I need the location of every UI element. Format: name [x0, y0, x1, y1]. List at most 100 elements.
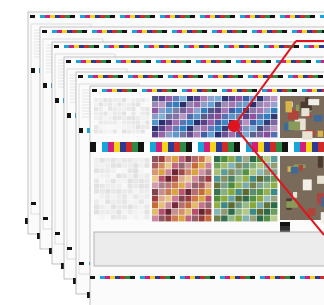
gray-patch [112, 98, 117, 102]
color-bar-patch [107, 30, 112, 33]
color-bar-patch [306, 142, 312, 152]
gray-patch [94, 199, 100, 204]
gray-patch [98, 98, 103, 102]
color-bar-patch [47, 30, 52, 33]
color-bar-patch [262, 30, 267, 33]
color-patch [187, 102, 194, 108]
color-bar-patch [135, 15, 140, 18]
top-color-bar [54, 45, 324, 48]
color-patch [173, 108, 180, 114]
gray-patch [140, 102, 145, 107]
color-patch [249, 175, 257, 182]
gray-patch [144, 204, 150, 210]
color-patch [158, 162, 165, 169]
color-bar-patch [300, 276, 305, 279]
gray-patch [133, 183, 139, 189]
color-bar-patch [80, 15, 85, 18]
color-bar-patch [180, 15, 185, 18]
gray-patch [140, 98, 145, 102]
color-bar-patch [247, 89, 252, 92]
color-bar-patch [97, 89, 102, 92]
color-bar-patch [35, 15, 40, 18]
color-patch [198, 182, 205, 189]
color-bar-patch [71, 60, 76, 63]
color-patch [166, 96, 173, 102]
color-patch [229, 108, 236, 114]
color-patch [180, 120, 187, 126]
color-patch [243, 96, 250, 102]
gray-patch [122, 163, 128, 168]
color-bar-patch [239, 45, 244, 48]
color-bar-patch [285, 276, 290, 279]
gray-patch [127, 209, 133, 215]
color-bar-patch [59, 98, 63, 103]
gray-patch [117, 120, 122, 125]
color-bar-patch [223, 75, 228, 78]
gray-patch [105, 199, 111, 204]
color-bar-patch [312, 89, 317, 92]
color-bar-patch [309, 45, 314, 48]
color-bar-patch [76, 60, 81, 63]
gray-patch [144, 183, 150, 189]
color-patch [256, 175, 264, 182]
gray-patch [122, 102, 127, 107]
color-bar-patch [96, 142, 102, 152]
color-patch [173, 96, 180, 102]
gray-patch [122, 189, 128, 194]
color-bar-patch [104, 45, 109, 48]
color-bar-patch [197, 30, 202, 33]
gray-patch [105, 168, 111, 173]
color-bar-patch [134, 45, 139, 48]
color-bar-patch [137, 89, 142, 92]
gray-patch [144, 214, 150, 220]
gray-patch [133, 194, 139, 199]
color-bar-patch [310, 276, 315, 279]
color-patch [192, 195, 199, 202]
color-bar-patch [115, 276, 120, 279]
color-patch [256, 208, 264, 215]
gray-patch [117, 98, 122, 102]
gray-patch [144, 158, 150, 163]
color-patch [257, 132, 264, 138]
color-bar-patch [108, 142, 114, 152]
color-patch [205, 189, 212, 195]
gray-patch [136, 125, 141, 129]
color-bar-patch [105, 276, 110, 279]
color-bar-patch [210, 15, 215, 18]
gray-patch [94, 168, 100, 173]
color-bar-patch [185, 15, 190, 18]
color-bar-patch [212, 89, 217, 92]
color-bar-patch [188, 75, 193, 78]
color-patch [221, 189, 228, 195]
color-bar-patch [77, 30, 82, 33]
color-patch [270, 208, 278, 215]
color-bar-patch [205, 15, 210, 18]
color-bar-patch [257, 30, 262, 33]
color-bar-patch [193, 75, 198, 78]
color-patch [180, 114, 187, 120]
color-patch [214, 156, 221, 162]
color-patch [166, 108, 173, 114]
color-bar-patch [146, 60, 151, 63]
color-bar-patch [226, 60, 231, 63]
color-bar-patch [156, 60, 161, 63]
color-patch [228, 175, 235, 182]
gray-patch [145, 107, 150, 111]
gray-patch [133, 209, 139, 215]
color-patch [152, 182, 159, 189]
color-bar-patch [138, 142, 144, 152]
color-bar-patch [258, 75, 263, 78]
color-patch [215, 126, 222, 132]
color-patch [192, 189, 199, 195]
color-bar-patch [254, 45, 259, 48]
color-bar-patch [70, 15, 75, 18]
color-bar-patch [164, 45, 169, 48]
color-bar-patch [210, 276, 215, 279]
color-bar-patch [245, 276, 250, 279]
gray-patch [105, 158, 111, 163]
color-bar-patch [200, 15, 205, 18]
gray-patch [103, 111, 108, 116]
color-bar-patch [119, 45, 124, 48]
color-bar-patch [269, 45, 274, 48]
color-bar-patch [215, 276, 220, 279]
